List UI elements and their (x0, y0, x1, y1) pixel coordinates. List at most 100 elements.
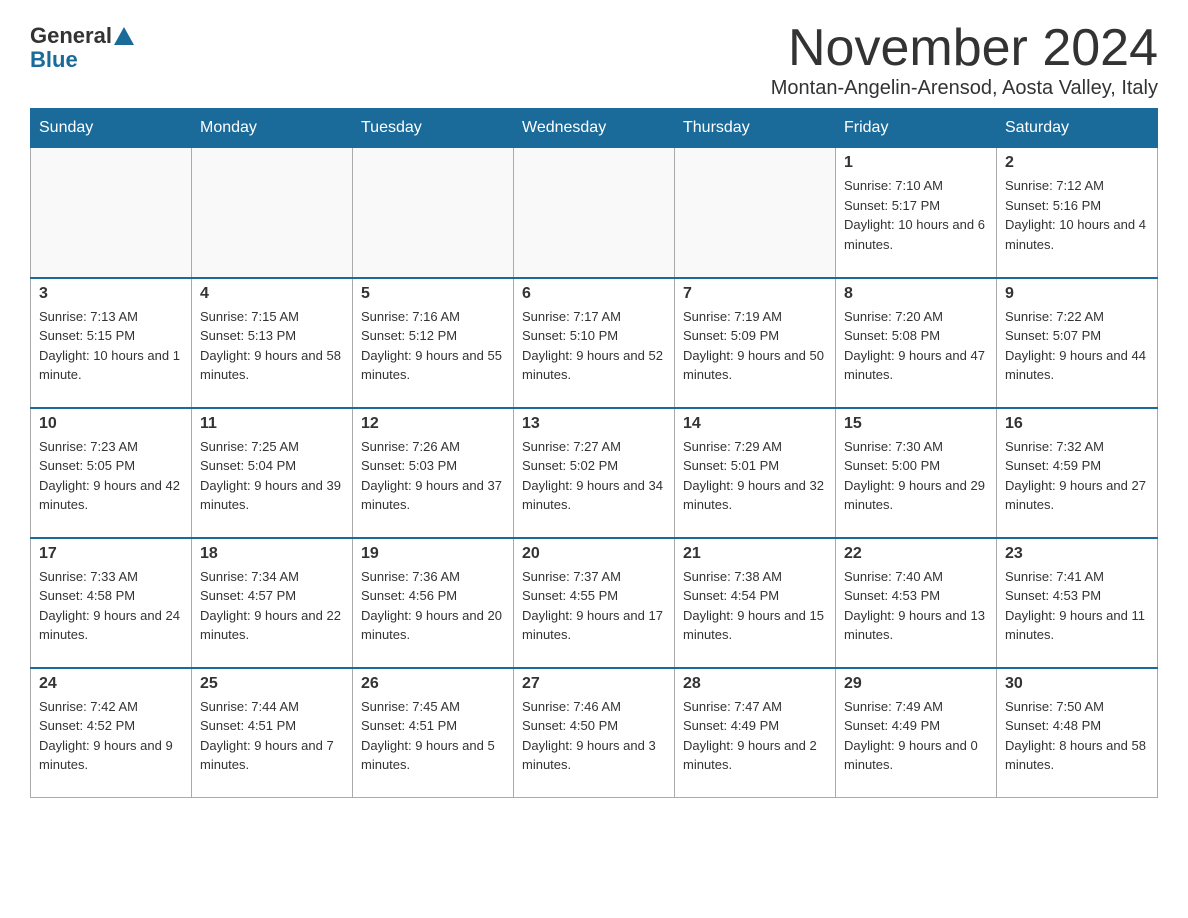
day-info: Sunrise: 7:38 AMSunset: 4:54 PMDaylight:… (683, 567, 827, 645)
day-info: Sunrise: 7:33 AMSunset: 4:58 PMDaylight:… (39, 567, 183, 645)
calendar-cell: 27 Sunrise: 7:46 AMSunset: 4:50 PMDayligh… (514, 668, 675, 798)
day-info: Sunrise: 7:20 AMSunset: 5:08 PMDaylight:… (844, 307, 988, 385)
day-info: Sunrise: 7:50 AMSunset: 4:48 PMDaylight:… (1005, 697, 1149, 775)
day-number: 26 (361, 675, 505, 693)
day-info: Sunrise: 7:15 AMSunset: 5:13 PMDaylight:… (200, 307, 344, 385)
column-header-thursday: Thursday (675, 109, 836, 148)
day-info: Sunrise: 7:44 AMSunset: 4:51 PMDaylight:… (200, 697, 344, 775)
month-title: November 2024 (771, 20, 1158, 77)
page-header: General Blue November 2024 Montan-Angeli… (30, 20, 1158, 100)
column-header-friday: Friday (836, 109, 997, 148)
calendar-cell: 12 Sunrise: 7:26 AMSunset: 5:03 PMDayligh… (353, 408, 514, 538)
calendar-cell: 7 Sunrise: 7:19 AMSunset: 5:09 PMDaylight… (675, 278, 836, 408)
day-number: 27 (522, 675, 666, 693)
title-area: November 2024 Montan-Angelin-Arensod, Ao… (771, 20, 1158, 100)
logo-blue-text: Blue (30, 47, 78, 73)
calendar-cell: 8 Sunrise: 7:20 AMSunset: 5:08 PMDaylight… (836, 278, 997, 408)
calendar-week-row: 24 Sunrise: 7:42 AMSunset: 4:52 PMDayligh… (31, 668, 1158, 798)
calendar-cell: 9Sunrise: 7:22 AMSunset: 5:07 PMDaylight… (997, 278, 1158, 408)
day-info: Sunrise: 7:30 AMSunset: 5:00 PMDaylight:… (844, 437, 988, 515)
day-number: 30 (1005, 675, 1149, 693)
calendar-cell: 6Sunrise: 7:17 AMSunset: 5:10 PMDaylight… (514, 278, 675, 408)
day-info: Sunrise: 7:19 AMSunset: 5:09 PMDaylight:… (683, 307, 827, 385)
calendar-cell (31, 148, 192, 278)
day-info: Sunrise: 7:13 AMSunset: 5:15 PMDaylight:… (39, 307, 183, 385)
day-number: 2 (1005, 154, 1149, 172)
calendar-cell: 20 Sunrise: 7:37 AMSunset: 4:55 PMDayligh… (514, 538, 675, 668)
day-info: Sunrise: 7:49 AMSunset: 4:49 PMDaylight:… (844, 697, 988, 775)
logo: General Blue (30, 20, 136, 73)
day-info: Sunrise: 7:36 AMSunset: 4:56 PMDaylight:… (361, 567, 505, 645)
day-info: Sunrise: 7:42 AMSunset: 4:52 PMDaylight:… (39, 697, 183, 775)
calendar-header-row: SundayMondayTuesdayWednesdayThursdayFrid… (31, 109, 1158, 148)
day-info: Sunrise: 7:34 AMSunset: 4:57 PMDaylight:… (200, 567, 344, 645)
calendar-cell: 17 Sunrise: 7:33 AMSunset: 4:58 PMDayligh… (31, 538, 192, 668)
day-number: 28 (683, 675, 827, 693)
calendar-cell: 13 Sunrise: 7:27 AMSunset: 5:02 PMDayligh… (514, 408, 675, 538)
calendar-cell: 1 Sunrise: 7:10 AMSunset: 5:17 PMDaylight… (836, 148, 997, 278)
calendar-cell: 19Sunrise: 7:36 AMSunset: 4:56 PMDayligh… (353, 538, 514, 668)
day-number: 5 (361, 285, 505, 303)
calendar-week-row: 3 Sunrise: 7:13 AMSunset: 5:15 PMDaylight… (31, 278, 1158, 408)
calendar-cell (514, 148, 675, 278)
day-number: 3 (39, 285, 183, 303)
day-info: Sunrise: 7:26 AMSunset: 5:03 PMDaylight:… (361, 437, 505, 515)
day-number: 22 (844, 545, 988, 563)
day-info: Sunrise: 7:25 AMSunset: 5:04 PMDaylight:… (200, 437, 344, 515)
calendar-cell: 30 Sunrise: 7:50 AMSunset: 4:48 PMDayligh… (997, 668, 1158, 798)
column-header-saturday: Saturday (997, 109, 1158, 148)
calendar-week-row: 10Sunrise: 7:23 AMSunset: 5:05 PMDayligh… (31, 408, 1158, 538)
column-header-monday: Monday (192, 109, 353, 148)
day-number: 11 (200, 415, 344, 433)
location-title: Montan-Angelin-Arensod, Aosta Valley, It… (771, 77, 1158, 100)
day-info: Sunrise: 7:27 AMSunset: 5:02 PMDaylight:… (522, 437, 666, 515)
day-number: 25 (200, 675, 344, 693)
day-number: 17 (39, 545, 183, 563)
column-header-wednesday: Wednesday (514, 109, 675, 148)
day-number: 16 (1005, 415, 1149, 433)
calendar-table: SundayMondayTuesdayWednesdayThursdayFrid… (30, 108, 1158, 798)
day-info: Sunrise: 7:47 AMSunset: 4:49 PMDaylight:… (683, 697, 827, 775)
day-number: 1 (844, 154, 988, 172)
calendar-cell: 3 Sunrise: 7:13 AMSunset: 5:15 PMDaylight… (31, 278, 192, 408)
day-info: Sunrise: 7:12 AMSunset: 5:16 PMDaylight:… (1005, 176, 1149, 254)
logo-triangle-icon (114, 27, 134, 45)
calendar-cell: 25 Sunrise: 7:44 AMSunset: 4:51 PMDayligh… (192, 668, 353, 798)
column-header-tuesday: Tuesday (353, 109, 514, 148)
day-number: 21 (683, 545, 827, 563)
day-info: Sunrise: 7:22 AMSunset: 5:07 PMDaylight:… (1005, 307, 1149, 385)
calendar-cell: 29 Sunrise: 7:49 AMSunset: 4:49 PMDayligh… (836, 668, 997, 798)
day-number: 13 (522, 415, 666, 433)
day-number: 12 (361, 415, 505, 433)
calendar-cell: 14Sunrise: 7:29 AMSunset: 5:01 PMDayligh… (675, 408, 836, 538)
day-number: 15 (844, 415, 988, 433)
calendar-week-row: 1 Sunrise: 7:10 AMSunset: 5:17 PMDaylight… (31, 148, 1158, 278)
calendar-cell: 16 Sunrise: 7:32 AMSunset: 4:59 PMDayligh… (997, 408, 1158, 538)
calendar-cell: 4Sunrise: 7:15 AMSunset: 5:13 PMDaylight… (192, 278, 353, 408)
calendar-cell (353, 148, 514, 278)
day-info: Sunrise: 7:37 AMSunset: 4:55 PMDaylight:… (522, 567, 666, 645)
day-number: 24 (39, 675, 183, 693)
calendar-cell: 23Sunrise: 7:41 AMSunset: 4:53 PMDayligh… (997, 538, 1158, 668)
day-info: Sunrise: 7:29 AMSunset: 5:01 PMDaylight:… (683, 437, 827, 515)
calendar-week-row: 17 Sunrise: 7:33 AMSunset: 4:58 PMDayligh… (31, 538, 1158, 668)
day-info: Sunrise: 7:16 AMSunset: 5:12 PMDaylight:… (361, 307, 505, 385)
calendar-cell: 22Sunrise: 7:40 AMSunset: 4:53 PMDayligh… (836, 538, 997, 668)
day-info: Sunrise: 7:45 AMSunset: 4:51 PMDaylight:… (361, 697, 505, 775)
day-number: 29 (844, 675, 988, 693)
day-info: Sunrise: 7:23 AMSunset: 5:05 PMDaylight:… (39, 437, 183, 515)
calendar-cell: 24 Sunrise: 7:42 AMSunset: 4:52 PMDayligh… (31, 668, 192, 798)
day-info: Sunrise: 7:10 AMSunset: 5:17 PMDaylight:… (844, 176, 988, 254)
calendar-cell: 11 Sunrise: 7:25 AMSunset: 5:04 PMDayligh… (192, 408, 353, 538)
day-number: 6 (522, 285, 666, 303)
day-info: Sunrise: 7:46 AMSunset: 4:50 PMDaylight:… (522, 697, 666, 775)
calendar-cell: 15 Sunrise: 7:30 AMSunset: 5:00 PMDayligh… (836, 408, 997, 538)
day-number: 7 (683, 285, 827, 303)
day-number: 8 (844, 285, 988, 303)
day-number: 20 (522, 545, 666, 563)
calendar-cell: 28 Sunrise: 7:47 AMSunset: 4:49 PMDayligh… (675, 668, 836, 798)
column-header-sunday: Sunday (31, 109, 192, 148)
calendar-cell: 18Sunrise: 7:34 AMSunset: 4:57 PMDayligh… (192, 538, 353, 668)
calendar-cell: 10Sunrise: 7:23 AMSunset: 5:05 PMDayligh… (31, 408, 192, 538)
day-info: Sunrise: 7:32 AMSunset: 4:59 PMDaylight:… (1005, 437, 1149, 515)
